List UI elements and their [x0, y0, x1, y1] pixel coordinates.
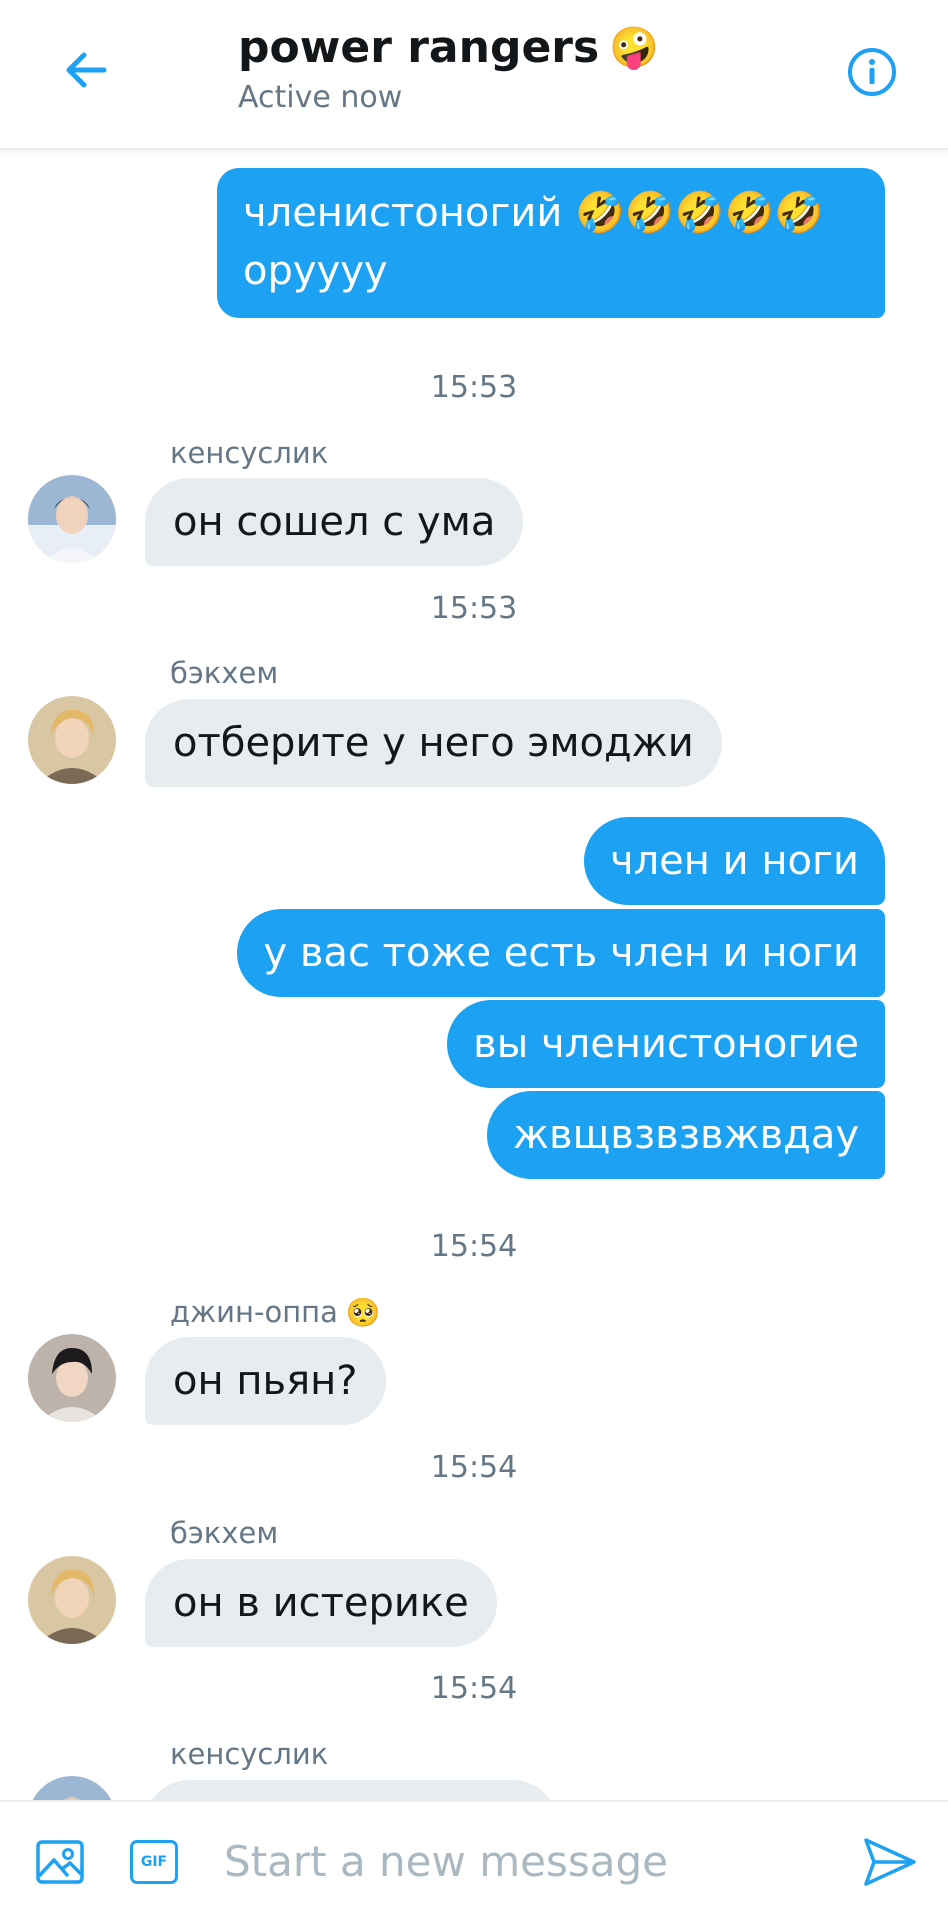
image-icon[interactable] [32, 1834, 88, 1890]
timestamp: 15:54 [430, 1450, 518, 1485]
timestamp: 15:54 [430, 1671, 518, 1706]
send-icon[interactable] [858, 1834, 922, 1890]
sender-name-text: кенсуслик [170, 1737, 329, 1771]
gif-icon[interactable]: GIF [126, 1834, 182, 1890]
message-text-line: орyyyy [243, 248, 388, 294]
conversation-header: power rangers 🤪 Active now [0, 0, 948, 150]
outgoing-message[interactable]: у вас тоже есть член и ноги [237, 909, 885, 997]
sender-name: бэкхем [170, 1516, 278, 1550]
incoming-message[interactable]: отберите у него эмоджи [145, 699, 722, 787]
outgoing-message[interactable]: член и ноги [583, 817, 885, 905]
outgoing-message[interactable]: членистоногий 🤣🤣🤣🤣🤣 орyyyy [217, 168, 885, 318]
zany-face-emoji: 🤪 [609, 25, 659, 71]
incoming-message[interactable]: он в истерике [145, 1559, 497, 1647]
message-thread[interactable]: членистоногий 🤣🤣🤣🤣🤣 орyyyy 15:53 кенсусл… [0, 150, 948, 1800]
message-composer: GIF Start a new message [0, 1800, 948, 1922]
sender-name-text: кенсуслик [170, 436, 329, 470]
message-input[interactable]: Start a new message [224, 1830, 824, 1894]
sender-name-text: бэкхем [170, 656, 279, 690]
sender-name: джин-оппа 🥺 [170, 1295, 381, 1329]
info-icon[interactable] [842, 42, 902, 102]
pleading-face-emoji: 🥺 [345, 1295, 381, 1329]
conversation-title-text: power rangers [238, 22, 600, 73]
avatar[interactable] [28, 1556, 116, 1644]
outgoing-message[interactable]: жвщвзвзвжвдау [487, 1091, 885, 1179]
incoming-message[interactable]: он пьян? [145, 1337, 386, 1425]
message-text-line: членистоногий 🤣🤣🤣🤣🤣 [243, 190, 825, 236]
active-status: Active now [238, 80, 403, 115]
timestamp: 15:54 [430, 1229, 518, 1264]
conversation-title: power rangers 🤪 [238, 22, 659, 73]
timestamp: 15:53 [430, 370, 518, 405]
timestamp: 15:53 [430, 591, 518, 626]
outgoing-message[interactable]: вы членистоногие [447, 1000, 885, 1088]
avatar[interactable] [28, 475, 116, 563]
avatar[interactable] [28, 1334, 116, 1422]
sender-name: бэкхем [170, 656, 278, 690]
sender-name-text: джин-оппа [170, 1295, 338, 1329]
avatar[interactable] [28, 696, 116, 784]
sender-name: кенсуслик [170, 1737, 328, 1771]
incoming-message[interactable]: он сошел с ума [145, 478, 524, 566]
incoming-message-partial[interactable] [145, 1780, 557, 1800]
avatar[interactable] [28, 1776, 116, 1800]
back-arrow-icon[interactable] [56, 40, 116, 100]
sender-name-text: бэкхем [170, 1516, 279, 1550]
gif-label: GIF [140, 1854, 168, 1870]
sender-name: кенсуслик [170, 436, 328, 470]
